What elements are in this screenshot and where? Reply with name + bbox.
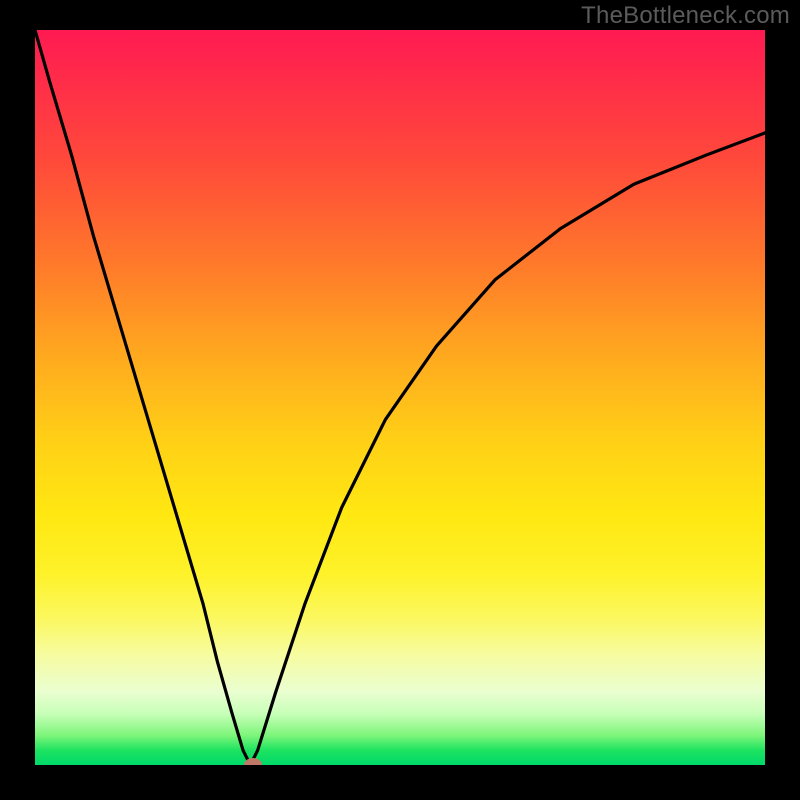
- watermark-text: TheBottleneck.com: [581, 2, 790, 30]
- min-marker: [244, 758, 262, 765]
- chart-frame: TheBottleneck.com: [0, 0, 800, 800]
- bottleneck-curve: [35, 30, 765, 765]
- plot-area: [35, 30, 765, 765]
